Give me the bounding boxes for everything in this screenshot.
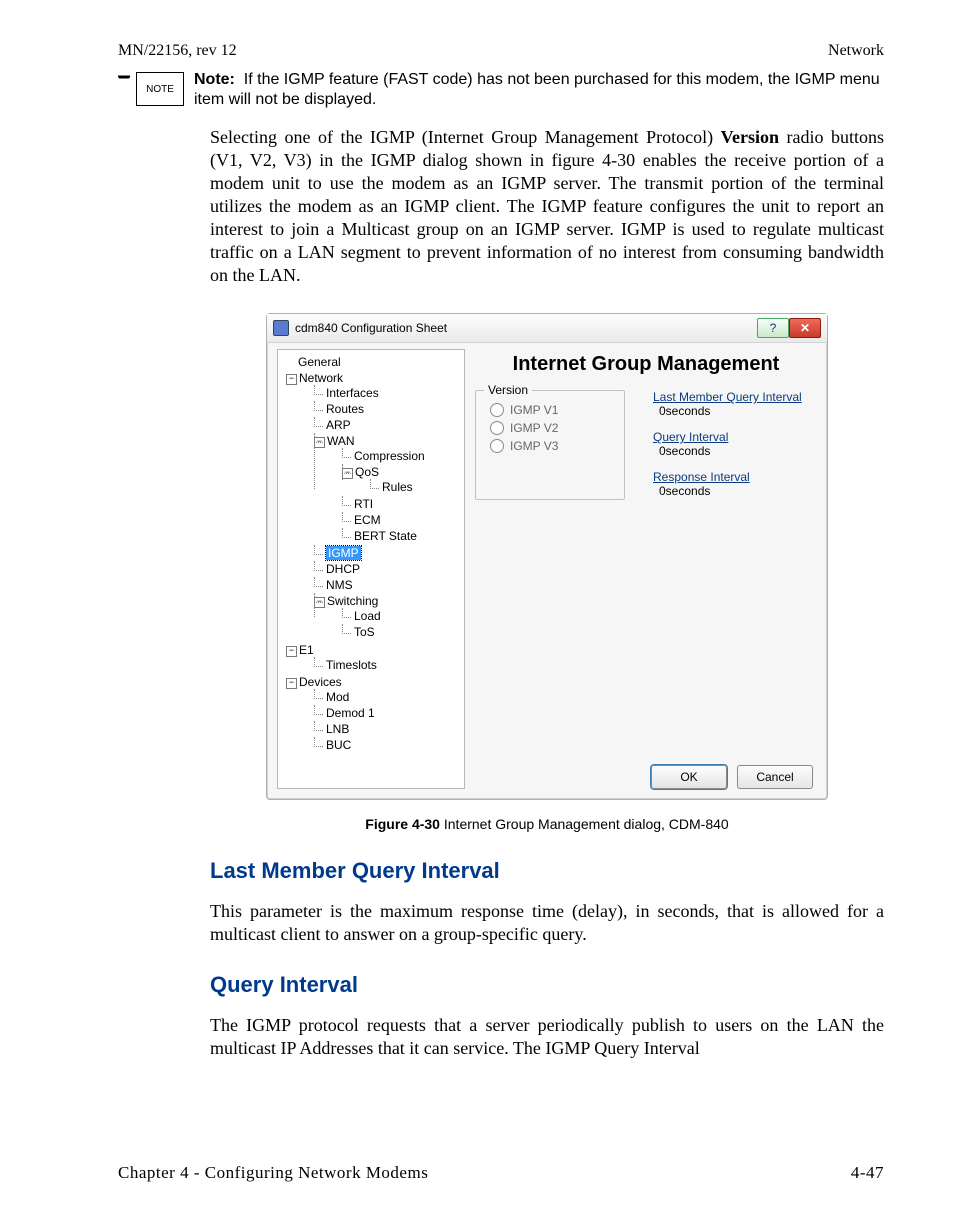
collapse-icon[interactable]: − <box>286 646 297 657</box>
help-button[interactable]: ? <box>757 318 789 338</box>
collapse-icon[interactable]: − <box>314 437 325 448</box>
tree-timeslots[interactable]: Timeslots <box>312 657 460 673</box>
collapse-icon[interactable]: − <box>286 678 297 689</box>
tree-interfaces[interactable]: Interfaces <box>312 385 460 401</box>
figure-caption: Figure 4-30 Internet Group Management di… <box>210 816 884 832</box>
collapse-icon[interactable]: − <box>314 597 325 608</box>
response-interval-value: 0seconds <box>659 484 802 498</box>
radio-igmp-v3[interactable]: IGMP V3 <box>490 439 610 453</box>
last-member-label: Last Member Query Interval <box>653 390 802 404</box>
arrow-icon <box>118 74 130 102</box>
tree-tos[interactable]: ToS <box>340 624 460 640</box>
footer-left: Chapter 4 - Configuring Network Modems <box>118 1163 428 1183</box>
heading-last-member: Last Member Query Interval <box>210 858 884 884</box>
tree-buc[interactable]: BUC <box>312 737 460 753</box>
tree-compression[interactable]: Compression <box>340 448 460 464</box>
igmp-dialog: cdm840 Configuration Sheet ? ✕ General −… <box>266 313 828 800</box>
radio-icon <box>490 421 504 435</box>
tree-bert[interactable]: BERT State <box>340 528 460 544</box>
radio-icon <box>490 439 504 453</box>
version-group-label: Version <box>484 383 532 397</box>
note-text: Note: If the IGMP feature (FAST code) ha… <box>190 70 884 110</box>
tree-qos[interactable]: −QoS Rules <box>340 464 460 496</box>
tree-general[interactable]: General <box>284 354 460 370</box>
interval-info: Last Member Query Interval 0seconds Quer… <box>653 390 802 755</box>
tree-rti[interactable]: RTI <box>340 496 460 512</box>
para-last-member: This parameter is the maximum response t… <box>210 900 884 946</box>
heading-query-interval: Query Interval <box>210 972 884 998</box>
tree-ecm[interactable]: ECM <box>340 512 460 528</box>
radio-igmp-v2[interactable]: IGMP V2 <box>490 421 610 435</box>
collapse-icon[interactable]: − <box>342 468 353 479</box>
ok-button[interactable]: OK <box>651 765 727 789</box>
tree-lnb[interactable]: LNB <box>312 721 460 737</box>
collapse-icon[interactable]: − <box>286 374 297 385</box>
note-block: NOTE Note: If the IGMP feature (FAST cod… <box>118 70 884 110</box>
intro-paragraph: Selecting one of the IGMP (Internet Grou… <box>210 126 884 287</box>
tree-routes[interactable]: Routes <box>312 401 460 417</box>
header-right: Network <box>828 42 884 60</box>
tree-wan[interactable]: −WAN Compression −QoS Rules RTI ECM BE <box>312 433 460 545</box>
note-flag: NOTE <box>136 72 184 106</box>
footer-right: 4-47 <box>851 1163 884 1183</box>
dialog-titlebar: cdm840 Configuration Sheet ? ✕ <box>267 314 827 343</box>
tree-nms[interactable]: NMS <box>312 577 460 593</box>
query-interval-value: 0seconds <box>659 444 802 458</box>
dialog-title: cdm840 Configuration Sheet <box>295 321 447 335</box>
tree-dhcp[interactable]: DHCP <box>312 561 460 577</box>
radio-igmp-v1[interactable]: IGMP V1 <box>490 403 610 417</box>
version-group: Version IGMP V1 IGMP V2 IGMP V3 <box>475 390 625 500</box>
tree-network[interactable]: −Network Interfaces Routes ARP −WAN Comp… <box>284 370 460 642</box>
header-left: MN/22156, rev 12 <box>118 42 237 60</box>
tree-mod[interactable]: Mod <box>312 689 460 705</box>
tree-demod1[interactable]: Demod 1 <box>312 705 460 721</box>
para-query-interval: The IGMP protocol requests that a server… <box>210 1014 884 1060</box>
radio-icon <box>490 403 504 417</box>
cancel-button[interactable]: Cancel <box>737 765 813 789</box>
last-member-value: 0seconds <box>659 404 802 418</box>
close-button[interactable]: ✕ <box>789 318 821 338</box>
tree-load[interactable]: Load <box>340 608 460 624</box>
tree-arp[interactable]: ARP <box>312 417 460 433</box>
query-interval-label: Query Interval <box>653 430 802 444</box>
response-interval-label: Response Interval <box>653 470 802 484</box>
nav-tree[interactable]: General −Network Interfaces Routes ARP −… <box>277 349 465 789</box>
app-icon <box>273 320 289 336</box>
tree-switching[interactable]: −Switching Load ToS <box>312 593 460 641</box>
tree-rules[interactable]: Rules <box>368 479 460 495</box>
tree-igmp[interactable]: IGMP <box>312 545 460 561</box>
tree-devices[interactable]: −Devices Mod Demod 1 LNB BUC <box>284 674 460 754</box>
tree-e1[interactable]: −E1 Timeslots <box>284 642 460 674</box>
